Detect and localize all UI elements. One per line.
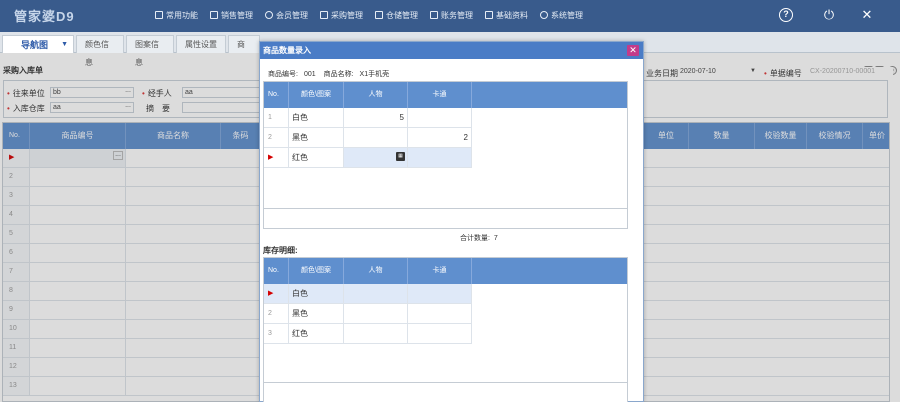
dialog-title: 商品数量录入 (260, 42, 643, 59)
row-number: 2 (264, 128, 289, 147)
total-label: 合计数量: (460, 235, 490, 242)
input-header-no: No. (264, 82, 289, 108)
input-header-figure: 人物 (344, 82, 408, 108)
sales-icon (210, 11, 218, 19)
user-icon (265, 11, 273, 19)
input-header-color: 颜色\图案 (289, 82, 344, 108)
stock-table-footer (264, 382, 627, 402)
figure-qty-cell-active[interactable]: ▦ (344, 148, 408, 167)
document-icon (485, 11, 493, 19)
cartoon-qty-cell[interactable] (408, 148, 472, 167)
figure-stock-cell (344, 284, 408, 303)
grid-icon (155, 11, 163, 19)
cartoon-stock-cell (408, 284, 472, 303)
input-table-header: No. 颜色\图案 人物 卡通 (264, 82, 627, 108)
stock-header-color: 颜色\图案 (289, 258, 344, 284)
input-table-footer (264, 208, 627, 228)
total-quantity: 合计数量: 7 (460, 233, 498, 243)
product-code-label: 商品编号: (268, 71, 298, 78)
dialog-close-button[interactable]: ✕ (627, 45, 639, 56)
help-icon[interactable]: ? (779, 8, 793, 22)
menu-basic-data[interactable]: 基础资料 (485, 10, 528, 21)
row-number: 1 (264, 108, 289, 127)
calculator-icon[interactable]: ▦ (396, 152, 405, 161)
stock-row[interactable]: 2 黑色 (264, 304, 472, 324)
tab-color-info[interactable]: 颜色信息 (76, 35, 124, 67)
stock-detail-table: No. 颜色\图案 人物 卡通 ▶ 白色 2 黑色 3 红色 (263, 257, 628, 402)
product-info: 商品编号: 001 商品名称: X1手机壳 (268, 69, 395, 79)
cartoon-qty-cell[interactable] (408, 108, 472, 127)
close-icon[interactable]: ✕ (860, 8, 874, 22)
input-row[interactable]: 1 白色 5 (264, 108, 472, 128)
stock-detail-label: 库存明细: (263, 246, 298, 255)
cart-icon (375, 11, 383, 19)
product-name-value: X1手机壳 (359, 71, 390, 78)
quantity-input-table: No. 颜色\图案 人物 卡通 1 白色 5 2 黑色 2 ▶ 红色 ▦ (263, 81, 628, 229)
input-row[interactable]: 2 黑色 2 (264, 128, 472, 148)
app-window: 管家婆D9 常用功能 销售管理 会员管理 采购管理 仓储管理 账务管理 基础资料… (0, 0, 900, 402)
stock-table-header: No. 颜色\图案 人物 卡通 (264, 258, 627, 284)
tab-product[interactable]: 商 (228, 35, 260, 53)
chevron-down-icon[interactable]: ▼ (61, 36, 68, 54)
menu-warehouse[interactable]: 仓储管理 (375, 10, 418, 21)
app-logo: 管家婆D9 (14, 9, 75, 24)
row-number: 2 (264, 304, 289, 323)
tab-navigation[interactable]: 导航图 ▼ (2, 35, 74, 53)
top-bar: 管家婆D9 常用功能 销售管理 会员管理 采购管理 仓储管理 账务管理 基础资料… (0, 0, 900, 32)
color-cell: 白色 (289, 108, 344, 127)
menu-system[interactable]: 系统管理 (540, 10, 583, 21)
cartoon-stock-cell (408, 324, 472, 343)
home-icon (320, 11, 328, 19)
input-row-selected[interactable]: ▶ 红色 ▦ (264, 148, 472, 168)
quantity-entry-dialog: 商品数量录入 ✕ 商品编号: 001 商品名称: X1手机壳 No. 颜色\图案 人… (259, 41, 644, 402)
menu-accounts[interactable]: 账务管理 (430, 10, 473, 21)
cartoon-stock-cell (408, 304, 472, 323)
figure-stock-cell (344, 324, 408, 343)
menu-sales[interactable]: 销售管理 (210, 10, 253, 21)
color-cell: 红色 (289, 324, 344, 343)
total-value: 7 (493, 235, 498, 242)
clock-icon (540, 11, 548, 19)
current-row-arrow-icon: ▶ (264, 284, 289, 303)
stock-header-figure: 人物 (344, 258, 408, 284)
product-name-label: 商品名称: (323, 71, 354, 78)
color-cell: 白色 (289, 284, 344, 303)
cartoon-qty-cell[interactable]: 2 (408, 128, 472, 147)
input-header-cartoon: 卡通 (408, 82, 472, 108)
stock-row-selected[interactable]: ▶ 白色 (264, 284, 472, 304)
current-row-arrow-icon: ▶ (264, 148, 289, 167)
menu-purchase[interactable]: 采购管理 (320, 10, 363, 21)
figure-qty-cell[interactable]: 5 (344, 108, 408, 127)
menu-common[interactable]: 常用功能 (155, 10, 198, 21)
menu-member[interactable]: 会员管理 (265, 10, 308, 21)
power-icon[interactable]: ⏻ (822, 8, 836, 22)
row-number: 3 (264, 324, 289, 343)
color-cell: 黑色 (289, 304, 344, 323)
product-code-value: 001 (303, 71, 316, 78)
figure-qty-cell[interactable] (344, 128, 408, 147)
figure-stock-cell (344, 304, 408, 323)
stock-header-cartoon: 卡通 (408, 258, 472, 284)
tab-attribute-settings[interactable]: 属性设置 (176, 35, 226, 53)
color-cell: 黑色 (289, 128, 344, 147)
color-cell: 红色 (289, 148, 344, 167)
stock-row[interactable]: 3 红色 (264, 324, 472, 344)
stock-header-no: No. (264, 258, 289, 284)
tab-pattern-info[interactable]: 图案信息 (126, 35, 174, 67)
yen-icon (430, 11, 438, 19)
